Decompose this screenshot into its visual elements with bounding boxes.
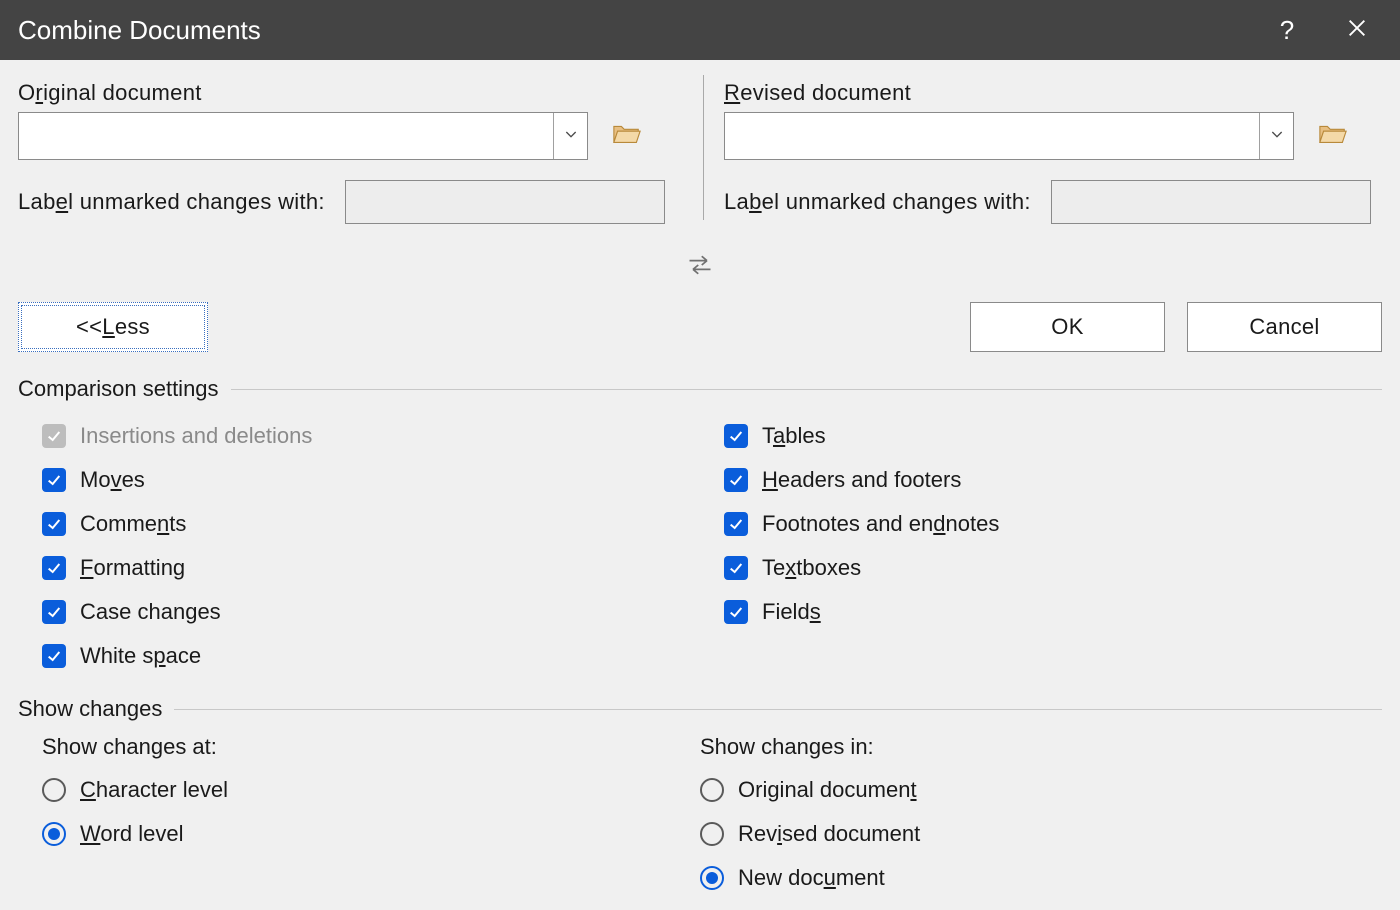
close-button[interactable] [1332,5,1382,55]
checkbox-icon [42,424,66,448]
chk-tables[interactable]: Tables [724,414,1382,458]
comparison-options-right: Tables Headers and footers Footnotes and e… [700,414,1382,678]
radio-icon [700,866,724,890]
option-label: Moves [80,467,145,493]
checkbox-icon [42,512,66,536]
checkbox-icon [724,512,748,536]
checkbox-icon [42,600,66,624]
checkbox-icon [724,556,748,580]
comparison-settings-heading: Comparison settings [18,376,219,402]
checkbox-icon [724,600,748,624]
option-label: Word level [80,821,184,847]
revised-label-unmarked-input[interactable] [1051,180,1371,224]
radio-revised-document[interactable]: Revised document [700,812,1382,856]
cancel-button[interactable]: Cancel [1187,302,1382,352]
chk-textboxes[interactable]: Textboxes [724,546,1382,590]
radio-word-level[interactable]: Word level [42,812,700,856]
original-document-input[interactable] [19,113,553,159]
show-changes-at-section: Show changes at: Character level Word lev… [18,734,700,900]
chk-comments[interactable]: Comments [42,502,700,546]
ok-button[interactable]: OK [970,302,1165,352]
original-label-unmarked-label: Label unmarked changes with: [18,189,325,215]
show-changes-in-heading: Show changes in: [700,734,1382,760]
original-browse-button[interactable] [612,121,642,151]
chk-fields[interactable]: Fields [724,590,1382,634]
chk-case-changes[interactable]: Case changes [42,590,700,634]
option-label: New document [738,865,885,891]
radio-character-level[interactable]: Character level [42,768,700,812]
option-label: Headers and footers [762,467,961,493]
revised-document-dropdown-button[interactable] [1259,113,1293,159]
divider [231,389,1382,390]
original-document-label: Original document [18,80,676,106]
original-document-combo[interactable] [18,112,588,160]
chk-moves[interactable]: Moves [42,458,700,502]
option-label: Character level [80,777,228,803]
window-title: Combine Documents [18,15,1242,46]
option-label: Insertions and deletions [80,423,312,449]
show-changes-at-heading: Show changes at: [18,734,700,760]
chevron-down-icon [1269,125,1285,148]
swap-documents-button[interactable] [18,252,1382,284]
radio-icon [700,778,724,802]
chk-white-space[interactable]: White space [42,634,700,678]
comparison-settings-group: Comparison settings Insertions and delet… [18,376,1382,678]
chk-insertions-deletions: Insertions and deletions [42,414,700,458]
option-label: Revised document [738,821,920,847]
revised-document-section: Revised document [696,80,1382,224]
radio-icon [42,778,66,802]
chk-footnotes-endnotes[interactable]: Footnotes and endnotes [724,502,1382,546]
document-pickers: Original document [18,80,1382,224]
swap-arrows-icon [686,261,714,283]
chevron-down-icon [563,125,579,148]
radio-icon [42,822,66,846]
checkbox-icon [42,556,66,580]
original-label-unmarked-input[interactable] [345,180,665,224]
vertical-divider [703,75,704,220]
radio-icon [700,822,724,846]
option-label: White space [80,643,201,669]
checkbox-icon [42,468,66,492]
option-label: Fields [762,599,821,625]
chk-formatting[interactable]: Formatting [42,546,700,590]
folder-open-icon [612,128,642,150]
show-changes-group: Show changes Show changes at: Character … [18,696,1382,900]
checkbox-icon [724,468,748,492]
revised-browse-button[interactable] [1318,121,1348,151]
option-label: Case changes [80,599,221,625]
help-button[interactable]: ? [1262,5,1312,55]
radio-original-document[interactable]: Original document [700,768,1382,812]
show-changes-in-section: Show changes in: Original document Revise… [700,734,1382,900]
option-label: Footnotes and endnotes [762,511,999,537]
help-icon: ? [1280,15,1294,46]
revised-document-combo[interactable] [724,112,1294,160]
revised-label-unmarked-label: Label unmarked changes with: [724,189,1031,215]
checkbox-icon [42,644,66,668]
action-row: << Less OK Cancel [18,302,1382,352]
original-document-section: Original document [18,80,696,224]
option-label: Comments [80,511,186,537]
checkbox-icon [724,424,748,448]
titlebar: Combine Documents ? [0,0,1400,60]
folder-open-icon [1318,128,1348,150]
divider [174,709,1382,710]
revised-document-label: Revised document [724,80,1382,106]
comparison-options-left: Insertions and deletions Moves Comments For… [18,414,700,678]
chk-headers-footers[interactable]: Headers and footers [724,458,1382,502]
option-label: Formatting [80,555,185,581]
original-document-dropdown-button[interactable] [553,113,587,159]
option-label: Original document [738,777,917,803]
less-button[interactable]: << Less [18,302,208,352]
option-label: Tables [762,423,826,449]
option-label: Textboxes [762,555,861,581]
revised-document-input[interactable] [725,113,1259,159]
close-icon [1346,15,1368,46]
radio-new-document[interactable]: New document [700,856,1382,900]
show-changes-heading: Show changes [18,696,162,722]
